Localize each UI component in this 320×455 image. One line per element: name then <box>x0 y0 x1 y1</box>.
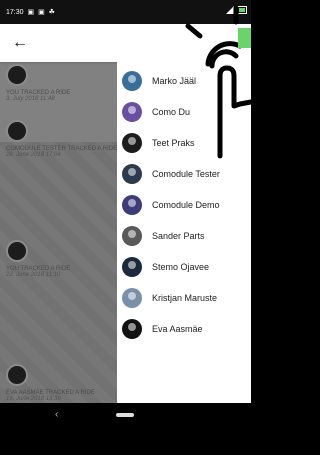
user-name: Kristjan Maruste <box>152 292 218 303</box>
tap-gesture-hand-icon <box>185 6 251 159</box>
drawer-user-item[interactable]: Stemo Ojavee <box>117 251 251 282</box>
avatar <box>122 163 142 184</box>
user-name: Comodule Tester <box>152 168 220 179</box>
nav-back-icon[interactable]: ‹ <box>55 409 58 420</box>
avatar <box>122 194 142 215</box>
drawer-user-item[interactable]: Kristjan Maruste <box>117 282 251 313</box>
drawer-user-item[interactable]: Comodule Demo <box>117 189 251 220</box>
drawer-scrim[interactable] <box>0 24 117 403</box>
user-name: Eva Aasmäe <box>152 323 203 334</box>
user-name: Sander Parts <box>152 230 205 241</box>
user-name: Stemo Ojavee <box>152 261 210 272</box>
status-time: 17:30 <box>6 8 24 16</box>
home-pill-icon[interactable] <box>116 413 134 417</box>
avatar <box>122 101 142 122</box>
drawer-user-item[interactable]: Sander Parts <box>117 220 251 251</box>
drawer-user-item[interactable]: Eva Aasmäe <box>117 313 251 344</box>
avatar <box>122 132 142 153</box>
system-nav-bar: ‹ <box>0 403 251 455</box>
back-arrow-icon[interactable]: ← <box>10 33 30 53</box>
highlight-marker <box>238 28 251 48</box>
avatar <box>122 70 142 91</box>
avatar <box>122 318 142 339</box>
user-name: Comodule Demo <box>152 199 220 210</box>
avatar <box>122 256 142 277</box>
avatar <box>122 225 142 246</box>
notification-icons: ▣ ▣ ☘ <box>27 9 56 16</box>
avatar <box>122 287 142 308</box>
